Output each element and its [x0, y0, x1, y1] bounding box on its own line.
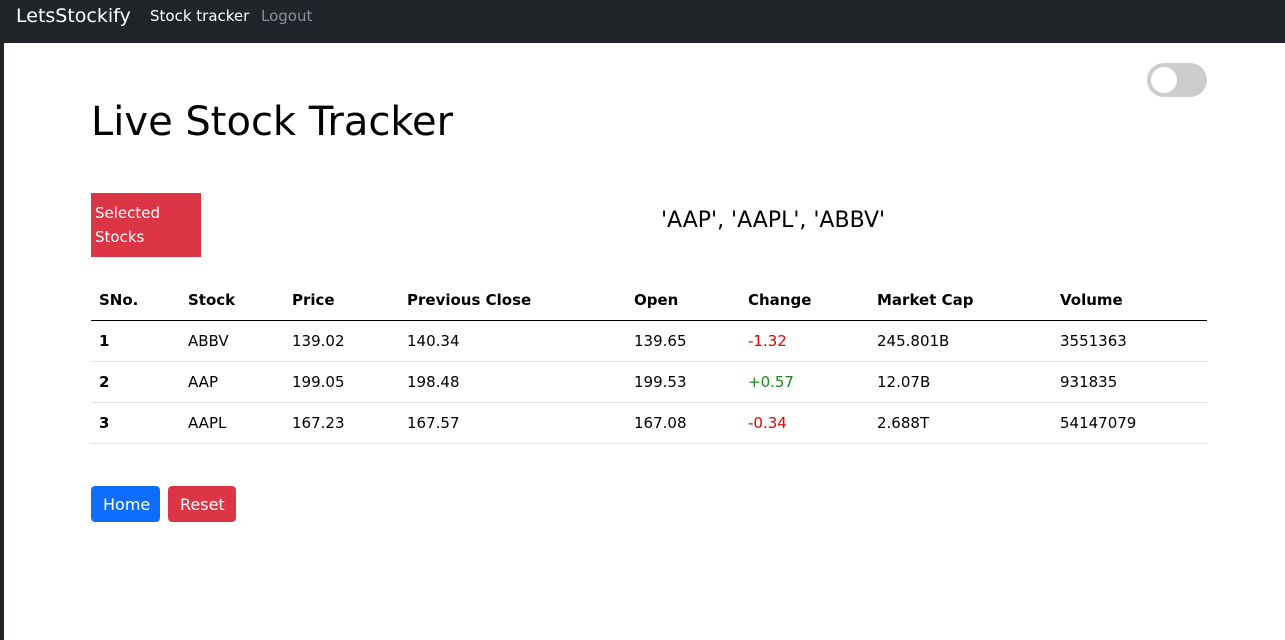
- cell-previous-close: 140.34: [399, 320, 626, 362]
- table-row: 1 ABBV 139.02 140.34 139.65 -1.32 245.80…: [91, 320, 1207, 362]
- cell-change: -0.34: [740, 402, 869, 444]
- cell-stock: AAP: [180, 361, 284, 403]
- cell-market-cap: 12.07B: [869, 361, 1052, 403]
- cell-previous-close: 198.48: [399, 361, 626, 403]
- nav-link-stock-tracker[interactable]: Stock tracker: [150, 6, 249, 26]
- table-row: 2 AAP 199.05 198.48 199.53 +0.57 12.07B …: [91, 361, 1207, 403]
- cell-sno: 2: [91, 361, 180, 403]
- cell-volume: 3551363: [1052, 320, 1207, 362]
- cell-volume: 931835: [1052, 361, 1207, 403]
- cell-open: 199.53: [626, 361, 740, 403]
- stocks-table: SNo. Stock Price Previous Close Open Cha…: [91, 280, 1207, 444]
- theme-toggle-switch[interactable]: [1147, 63, 1207, 97]
- cell-change: +0.57: [740, 361, 869, 403]
- page-title: Live Stock Tracker: [91, 99, 454, 145]
- header-previous-close: Previous Close: [399, 280, 626, 321]
- cell-price: 167.23: [284, 402, 399, 444]
- cell-open: 139.65: [626, 320, 740, 362]
- header-change: Change: [740, 280, 869, 321]
- header-volume: Volume: [1052, 280, 1207, 321]
- cell-price: 139.02: [284, 320, 399, 362]
- header-open: Open: [626, 280, 740, 321]
- brand-logo[interactable]: LetsStockify: [16, 4, 131, 28]
- table-header-row: SNo. Stock Price Previous Close Open Cha…: [91, 280, 1207, 321]
- toggle-knob: [1151, 67, 1177, 93]
- cell-open: 167.08: [626, 402, 740, 444]
- cell-market-cap: 2.688T: [869, 402, 1052, 444]
- cell-sno: 1: [91, 320, 180, 362]
- cell-sno: 3: [91, 402, 180, 444]
- selected-stocks-label: Selected Stocks: [91, 193, 201, 257]
- header-stock: Stock: [180, 280, 284, 321]
- navbar: LetsStockify Stock tracker Logout: [0, 0, 1285, 43]
- table-row: 3 AAPL 167.23 167.57 167.08 -0.34 2.688T…: [91, 402, 1207, 444]
- cell-market-cap: 245.801B: [869, 320, 1052, 362]
- cell-price: 199.05: [284, 361, 399, 403]
- cell-volume: 54147079: [1052, 402, 1207, 444]
- header-sno: SNo.: [91, 280, 180, 321]
- reset-button[interactable]: Reset: [168, 486, 236, 522]
- cell-previous-close: 167.57: [399, 402, 626, 444]
- cell-stock: AAPL: [180, 402, 284, 444]
- window-edge: [0, 0, 4, 640]
- selected-stocks-list: 'AAP', 'AAPL', 'ABBV': [661, 208, 886, 233]
- header-market-cap: Market Cap: [869, 280, 1052, 321]
- home-button[interactable]: Home: [91, 486, 160, 522]
- cell-change: -1.32: [740, 320, 869, 362]
- cell-stock: ABBV: [180, 320, 284, 362]
- header-price: Price: [284, 280, 399, 321]
- nav-link-logout[interactable]: Logout: [261, 6, 312, 26]
